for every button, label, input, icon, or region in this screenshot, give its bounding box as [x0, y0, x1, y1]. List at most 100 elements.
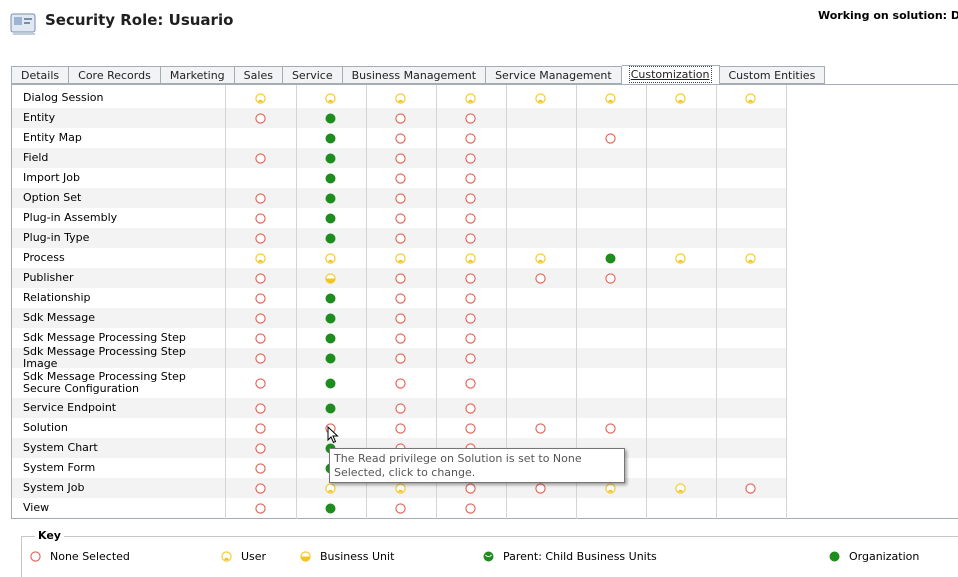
none-selected-icon[interactable] [255, 403, 266, 414]
none-selected-icon[interactable] [395, 403, 406, 414]
none-selected-icon[interactable] [255, 353, 266, 364]
none-selected-icon[interactable] [255, 113, 266, 124]
none-selected-icon[interactable] [605, 273, 616, 284]
organization-icon[interactable] [325, 233, 336, 244]
none-selected-icon[interactable] [535, 483, 546, 494]
none-selected-icon[interactable] [465, 153, 476, 164]
tab-custom-entities[interactable]: Custom Entities [719, 66, 826, 84]
none-selected-icon[interactable] [395, 423, 406, 434]
none-selected-icon[interactable] [465, 113, 476, 124]
organization-icon[interactable] [325, 193, 336, 204]
user-level-icon[interactable] [395, 253, 406, 264]
none-selected-icon[interactable] [255, 293, 266, 304]
organization-icon[interactable] [325, 113, 336, 124]
none-selected-icon[interactable] [465, 213, 476, 224]
organization-icon[interactable] [325, 403, 336, 414]
none-selected-icon[interactable] [255, 503, 266, 514]
organization-icon[interactable] [325, 293, 336, 304]
none-selected-icon[interactable] [465, 313, 476, 324]
none-selected-icon[interactable] [255, 313, 266, 324]
none-selected-icon[interactable] [465, 403, 476, 414]
none-selected-icon[interactable] [395, 233, 406, 244]
organization-icon[interactable] [325, 213, 336, 224]
user-level-icon[interactable] [605, 93, 616, 104]
none-selected-icon[interactable] [395, 273, 406, 284]
user-level-icon[interactable] [535, 253, 546, 264]
tab-sales[interactable]: Sales [234, 66, 283, 84]
none-selected-icon[interactable] [255, 443, 266, 454]
none-selected-icon[interactable] [395, 173, 406, 184]
user-level-icon[interactable] [255, 93, 266, 104]
user-level-icon[interactable] [465, 253, 476, 264]
user-level-icon[interactable] [535, 93, 546, 104]
none-selected-icon[interactable] [465, 133, 476, 144]
none-selected-icon[interactable] [535, 273, 546, 284]
none-selected-icon[interactable] [465, 273, 476, 284]
user-level-icon[interactable] [675, 93, 686, 104]
none-selected-icon[interactable] [395, 113, 406, 124]
none-selected-icon[interactable] [255, 213, 266, 224]
none-selected-icon[interactable] [255, 333, 266, 344]
organization-icon[interactable] [325, 333, 336, 344]
user-level-icon[interactable] [395, 93, 406, 104]
none-selected-icon[interactable] [395, 153, 406, 164]
user-level-icon[interactable] [325, 253, 336, 264]
user-level-icon[interactable] [395, 483, 406, 494]
none-selected-icon[interactable] [255, 153, 266, 164]
user-level-icon[interactable] [675, 483, 686, 494]
tab-customization[interactable]: Customization [621, 65, 720, 85]
organization-icon[interactable] [325, 353, 336, 364]
none-selected-icon[interactable] [605, 423, 616, 434]
none-selected-icon[interactable] [395, 293, 406, 304]
none-selected-icon[interactable] [255, 423, 266, 434]
organization-icon[interactable] [605, 253, 616, 264]
tab-business-management[interactable]: Business Management [342, 66, 487, 84]
none-selected-icon[interactable] [465, 353, 476, 364]
user-level-icon[interactable] [325, 93, 336, 104]
tab-marketing[interactable]: Marketing [160, 66, 235, 84]
organization-icon[interactable] [325, 153, 336, 164]
none-selected-icon[interactable] [255, 463, 266, 474]
organization-icon[interactable] [325, 173, 336, 184]
none-selected-icon[interactable] [465, 173, 476, 184]
user-level-icon[interactable] [675, 253, 686, 264]
none-selected-icon[interactable] [255, 193, 266, 204]
none-selected-icon[interactable] [465, 483, 476, 494]
none-selected-icon[interactable] [395, 353, 406, 364]
tab-service[interactable]: Service [282, 66, 343, 84]
none-selected-icon[interactable] [395, 333, 406, 344]
none-selected-icon[interactable] [745, 483, 756, 494]
none-selected-icon[interactable] [465, 378, 476, 389]
none-selected-icon[interactable] [395, 213, 406, 224]
user-level-icon[interactable] [325, 483, 336, 494]
none-selected-icon[interactable] [605, 133, 616, 144]
none-selected-icon[interactable] [395, 503, 406, 514]
none-selected-icon[interactable] [465, 233, 476, 244]
none-selected-icon[interactable] [465, 193, 476, 204]
user-level-icon[interactable] [605, 483, 616, 494]
none-selected-icon[interactable] [395, 133, 406, 144]
organization-icon[interactable] [325, 378, 336, 389]
user-level-icon[interactable] [255, 253, 266, 264]
business-unit-icon[interactable] [325, 273, 336, 284]
none-selected-icon[interactable] [255, 273, 266, 284]
tab-details[interactable]: Details [11, 66, 70, 84]
tab-core-records[interactable]: Core Records [69, 66, 161, 84]
none-selected-icon[interactable] [255, 483, 266, 494]
none-selected-icon[interactable] [395, 378, 406, 389]
none-selected-icon[interactable] [395, 193, 406, 204]
none-selected-icon[interactable] [255, 378, 266, 389]
none-selected-icon[interactable] [535, 423, 546, 434]
none-selected-icon[interactable] [465, 293, 476, 304]
user-level-icon[interactable] [465, 93, 476, 104]
tab-service-management[interactable]: Service Management [486, 66, 622, 84]
none-selected-icon[interactable] [465, 423, 476, 434]
none-selected-icon[interactable] [465, 503, 476, 514]
none-selected-icon[interactable] [465, 333, 476, 344]
organization-icon[interactable] [325, 133, 336, 144]
organization-icon[interactable] [325, 503, 336, 514]
organization-icon[interactable] [325, 313, 336, 324]
none-selected-icon[interactable] [255, 233, 266, 244]
none-selected-icon[interactable] [395, 313, 406, 324]
user-level-icon[interactable] [745, 253, 756, 264]
